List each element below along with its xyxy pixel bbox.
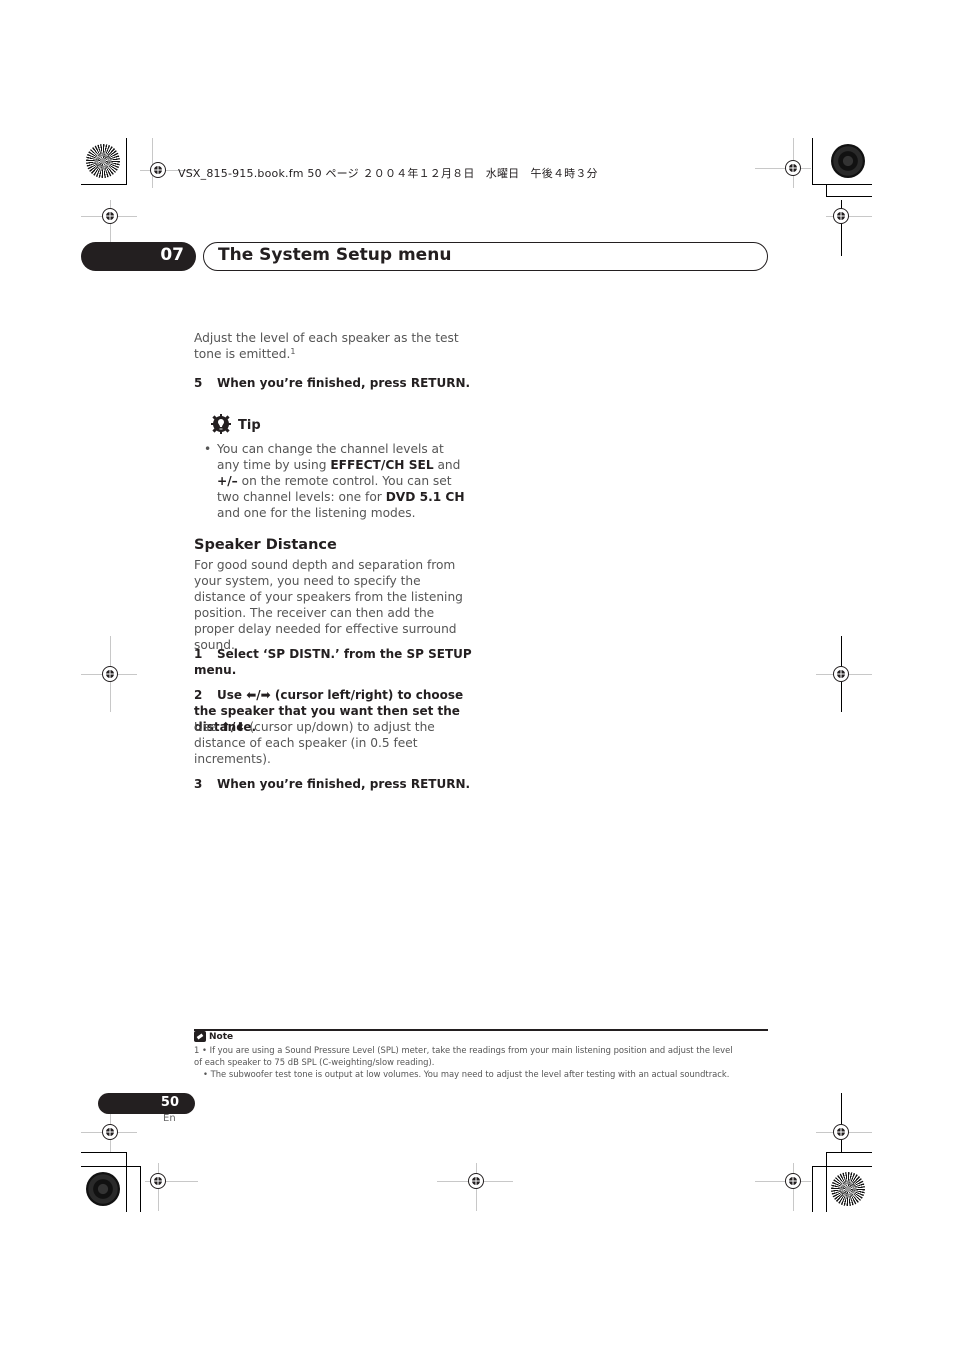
registration-mark-icon: [785, 1173, 801, 1189]
step-text: When you’re finished, press RETURN.: [217, 376, 471, 390]
step-2-detail: Use ⬆/⬇ (cursor up/down) to adjust the d…: [194, 719, 469, 767]
footnote-ref: 1: [290, 347, 296, 356]
crop-line: [126, 1152, 127, 1212]
crop-line: [81, 1152, 127, 1153]
crop-line: [826, 1152, 872, 1153]
page-number: 50: [160, 1095, 179, 1110]
note-heading: Note: [194, 1031, 233, 1042]
color-wheel-mark-icon: [831, 144, 865, 178]
chapter-number-badge: 07: [81, 242, 196, 271]
chapter-title: The System Setup menu: [218, 245, 452, 265]
crop-line: [812, 184, 872, 185]
crop-line: [140, 1166, 141, 1212]
registration-mark-icon: [785, 160, 801, 176]
crop-line: [755, 168, 811, 169]
step-number: 1: [194, 647, 203, 661]
detail-text: Use: [194, 720, 221, 734]
intro-text: Adjust the level of each speaker as the …: [194, 331, 459, 361]
tip-text: You can change the channel levels at any…: [217, 441, 469, 521]
bullet: •: [204, 442, 212, 456]
registration-mark-icon: [833, 1124, 849, 1140]
registration-mark-icon: [102, 1124, 118, 1140]
step-1: 1 Select ‘SP DISTN.’ from the SP SETUP me…: [194, 646, 474, 678]
color-wheel-mark-icon: [86, 1172, 120, 1206]
page-language: En: [163, 1113, 176, 1124]
intro-paragraph: Adjust the level of each speaker as the …: [194, 330, 469, 362]
step-text: Select ‘SP DISTN.’ from the SP SETUP men…: [194, 647, 472, 677]
crop-line: [81, 184, 126, 185]
registration-mark-icon: [150, 1173, 166, 1189]
section-paragraph: For good sound depth and separation from…: [194, 558, 463, 652]
note-label: Note: [209, 1031, 234, 1042]
crop-line: [826, 196, 872, 197]
chapter-title-bar: The System Setup menu: [203, 242, 768, 271]
footnote-1-cont: of each speaker to 75 dB SPL (C-weightin…: [194, 1057, 435, 1067]
crop-line: [812, 1166, 872, 1167]
tip-body: • You can change the channel levels at a…: [204, 441, 469, 521]
section-heading: Speaker Distance: [194, 537, 337, 553]
lightbulb-gear-icon: [211, 414, 231, 434]
print-file-info: VSX_815-915.book.fm 50 ページ ２００４年１２月８日 水曜…: [178, 167, 598, 180]
step-number: 5: [194, 376, 203, 390]
registration-mark-icon: [833, 666, 849, 682]
step-text: When you’re finished, press RETURN.: [217, 777, 471, 791]
registration-mark-icon: [102, 666, 118, 682]
footnote-2: • The subwoofer test tone is output at l…: [203, 1069, 730, 1079]
tip-text-part: and one for the listening modes.: [217, 506, 416, 520]
step-5: 5 When you’re finished, press RETURN.: [194, 375, 474, 391]
tip-text-part: and: [433, 458, 461, 472]
left-right-arrow-icon: ⬅/➡: [246, 688, 271, 702]
page-number-badge: 50: [98, 1093, 195, 1114]
crop-line: [126, 138, 127, 185]
color-wheel-mark-icon: [831, 1172, 865, 1206]
registration-mark-icon: [102, 208, 118, 224]
crop-line: [812, 1166, 813, 1212]
step-number: 2: [194, 688, 203, 702]
step-number: 3: [194, 777, 203, 791]
note-divider: [194, 1029, 768, 1031]
registration-mark-icon: [833, 208, 849, 224]
pencil-note-icon: [194, 1031, 206, 1042]
step-3: 3 When you’re finished, press RETURN.: [194, 776, 474, 792]
chapter-number: 07: [160, 245, 184, 265]
crop-line: [81, 1166, 141, 1167]
color-wheel-mark-icon: [86, 144, 120, 178]
tip-label: Tip: [238, 417, 261, 433]
registration-mark-icon: [150, 162, 166, 178]
button-name-dvd-51-ch: DVD 5.1 CH: [385, 490, 465, 504]
crop-line: [826, 1152, 827, 1212]
tip-heading: Tip: [209, 414, 261, 436]
step-text: Use: [217, 688, 247, 702]
button-name-effect-ch-sel: EFFECT/CH SEL: [330, 458, 434, 472]
button-name-plus-minus: +/–: [217, 474, 238, 488]
up-down-arrow-icon: ⬆/⬇: [220, 720, 246, 734]
crop-line: [755, 1181, 811, 1182]
crop-line: [812, 138, 813, 185]
footnote-1: 1 • If you are using a Sound Pressure Le…: [194, 1045, 733, 1055]
registration-mark-icon: [468, 1173, 484, 1189]
